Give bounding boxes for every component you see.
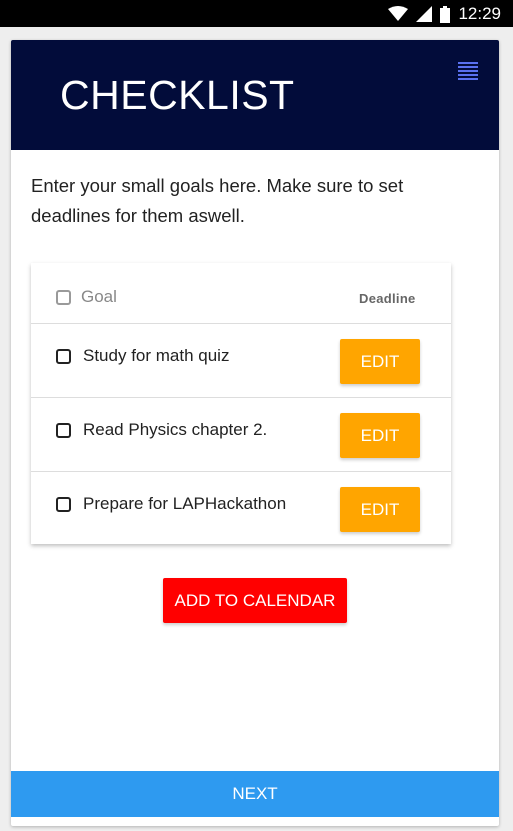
signal-icon xyxy=(416,6,433,22)
goal-column-header: Goal xyxy=(81,287,117,306)
goals-table: Goal Deadline Study for math quiz EDIT R… xyxy=(31,263,451,544)
table-row: Read Physics chapter 2. EDIT xyxy=(31,398,451,472)
wifi-icon xyxy=(388,6,409,21)
table-row: Study for math quiz EDIT xyxy=(31,324,451,398)
menu-icon[interactable] xyxy=(458,62,478,80)
status-bar: 12:29 xyxy=(0,0,513,27)
goal-checkbox[interactable] xyxy=(56,497,71,512)
edit-button[interactable]: EDIT xyxy=(340,339,420,384)
add-to-calendar-button[interactable]: ADD TO CALENDAR xyxy=(163,578,347,623)
goal-checkbox[interactable] xyxy=(56,349,71,364)
select-all-checkbox[interactable] xyxy=(56,290,71,305)
edit-button[interactable]: EDIT xyxy=(340,487,420,532)
next-button[interactable]: NEXT xyxy=(11,771,499,817)
status-time: 12:29 xyxy=(458,4,501,23)
battery-icon xyxy=(440,5,451,23)
edit-button[interactable]: EDIT xyxy=(340,413,420,458)
goal-text: Read Physics chapter 2. xyxy=(83,420,268,439)
checklist-card: CHECKLIST Enter your small goals here. M… xyxy=(11,40,499,826)
table-row: Prepare for LAPHackathon EDIT xyxy=(31,472,451,545)
page-title: CHECKLIST xyxy=(60,72,295,118)
status-icons: 12:29 xyxy=(388,4,501,24)
goal-text: Study for math quiz xyxy=(83,346,230,365)
intro-text: Enter your small goals here. Make sure t… xyxy=(31,175,404,226)
table-header-row: Goal Deadline xyxy=(31,263,451,324)
goal-text: Prepare for LAPHackathon xyxy=(83,494,287,513)
app-bar: CHECKLIST xyxy=(11,40,499,150)
goal-checkbox[interactable] xyxy=(56,423,71,438)
deadline-column-header: Deadline xyxy=(359,291,416,306)
